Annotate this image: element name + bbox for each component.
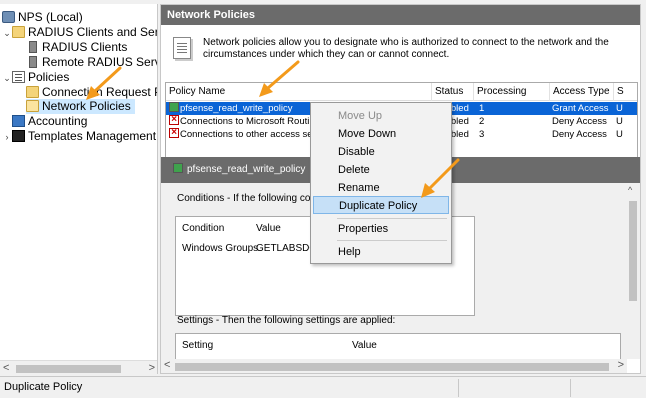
tree-item-label: Remote RADIUS Server [42, 55, 157, 69]
details-horizontal-scrollbar[interactable]: < > [161, 359, 627, 373]
tree-item-connection-request-policies[interactable]: Connection Request Po [26, 85, 158, 100]
policy-enabled-icon [169, 102, 179, 112]
scroll-right-icon[interactable]: > [149, 362, 155, 374]
policy-source: U [616, 116, 623, 127]
status-divider [458, 379, 459, 397]
menu-item-help[interactable]: Help [313, 243, 449, 261]
tree-item-templates-management[interactable]: › Templates Management [2, 129, 157, 145]
column-header-value: Value [352, 340, 377, 351]
templates-icon [12, 130, 25, 142]
server-icon [29, 56, 37, 68]
settings-title: Settings - Then the following settings a… [177, 315, 396, 326]
nps-window: NPS (Local) ⌄RADIUS Clients and Servers … [0, 0, 646, 398]
tree-item-policies[interactable]: ⌄ Policies [2, 70, 69, 85]
navigation-tree: NPS (Local) ⌄RADIUS Clients and Servers … [0, 4, 158, 374]
policy-name: Connections to Microsoft Routing [180, 116, 320, 127]
nps-icon [2, 11, 15, 23]
pane-title: Network Policies [161, 5, 640, 25]
policy-list-header: Policy Name Status Processing Order Acce… [166, 83, 639, 115]
condition-name: Windows Groups [182, 243, 259, 254]
menu-item-move-up[interactable]: Move Up [313, 107, 449, 125]
policy-name: Connections to other access serv [180, 129, 321, 140]
tree-item-network-policies[interactable]: Network Policies [26, 99, 135, 114]
condition-value: GETLABSDO [256, 243, 318, 254]
column-header-value: Value [256, 223, 281, 234]
server-icon [29, 41, 37, 53]
policy-access-type: Grant Access [552, 103, 609, 114]
tree-item-label: Policies [28, 70, 70, 84]
selected-policy-name: pfsense_read_write_policy [187, 164, 306, 175]
details-vertical-scrollbar[interactable]: ^ [626, 183, 640, 359]
chevron-down-icon[interactable]: ⌄ [2, 71, 12, 86]
tree-item-label: Connection Request Po [42, 85, 158, 99]
tree-item-radius-clients-servers[interactable]: ⌄ RADIUS Clients and Servers [2, 25, 158, 41]
policy-icon [12, 71, 25, 83]
scrollbar-thumb[interactable] [16, 365, 121, 373]
chevron-down-icon[interactable]: ⌄ [2, 26, 12, 41]
column-header-setting: Setting [182, 340, 214, 351]
menu-separator [337, 218, 447, 219]
tree-horizontal-scrollbar[interactable]: < > [0, 360, 157, 374]
menu-item-disable[interactable]: Disable [313, 143, 449, 161]
menu-item-duplicate-policy[interactable]: Duplicate Policy [313, 196, 449, 214]
policy-order: 1 [479, 103, 485, 114]
policy-enabled-icon [173, 163, 183, 173]
tree-item-label: RADIUS Clients and Servers [28, 25, 158, 39]
tree-item-label: NPS (Local) [18, 10, 83, 24]
scroll-right-icon[interactable]: > [618, 359, 624, 371]
scrollbar-thumb[interactable] [629, 201, 637, 301]
context-menu: Move Up Move Down Disable Delete Rename … [310, 102, 452, 264]
menu-item-properties[interactable]: Properties [313, 220, 449, 238]
policy-order: 2 [479, 116, 485, 127]
menu-item-delete[interactable]: Delete [313, 161, 449, 179]
column-header-processing-order[interactable]: Processing Order [473, 83, 549, 115]
chevron-right-icon[interactable]: › [2, 130, 12, 145]
conditions-title: Conditions - If the following conditi [177, 193, 329, 204]
accounting-icon [12, 115, 25, 127]
policy-access-type: Deny Access [552, 116, 607, 127]
folder-icon [26, 86, 39, 98]
menu-separator [337, 240, 447, 241]
document-icon [173, 37, 191, 59]
menu-item-move-down[interactable]: Move Down [313, 125, 449, 143]
tree-item-label: Templates Management [28, 129, 157, 143]
policy-source: U [616, 103, 623, 114]
scrollbar-thumb[interactable] [175, 363, 609, 371]
tree-item-label: Network Policies [42, 99, 131, 113]
tree-item-radius-clients[interactable]: RADIUS Clients [26, 40, 127, 55]
policy-order: 3 [479, 129, 485, 140]
status-text: Duplicate Policy [4, 381, 83, 393]
tree-item-nps-local[interactable]: NPS (Local) [2, 10, 83, 25]
policy-deny-icon [169, 128, 179, 139]
tree-item-label: RADIUS Clients [42, 40, 128, 54]
scroll-up-icon[interactable]: ^ [628, 185, 632, 195]
status-bar: Duplicate Policy [0, 376, 646, 398]
folder-icon [12, 26, 25, 38]
column-header-condition: Condition [182, 223, 225, 234]
tree-item-accounting[interactable]: Accounting [12, 114, 87, 129]
column-header-policy-name[interactable]: Policy Name [166, 83, 431, 101]
policy-access-type: Deny Access [552, 129, 607, 140]
tree-item-label: Accounting [28, 114, 88, 128]
policy-name: pfsense_read_write_policy [180, 103, 293, 114]
menu-item-rename[interactable]: Rename [313, 179, 449, 197]
status-divider [570, 379, 571, 397]
policy-deny-icon [169, 115, 179, 126]
tree-item-remote-radius-server[interactable]: Remote RADIUS Server [26, 55, 157, 70]
column-header-access-type[interactable]: Access Type [549, 83, 613, 101]
column-header-source[interactable]: S [613, 83, 639, 101]
column-header-status[interactable]: Status [431, 83, 473, 101]
scroll-left-icon[interactable]: < [164, 359, 170, 371]
description-text: Network policies allow you to designate … [203, 37, 609, 60]
policy-source: U [616, 129, 623, 140]
open-folder-icon [26, 100, 39, 112]
scroll-left-icon[interactable]: < [3, 362, 9, 374]
